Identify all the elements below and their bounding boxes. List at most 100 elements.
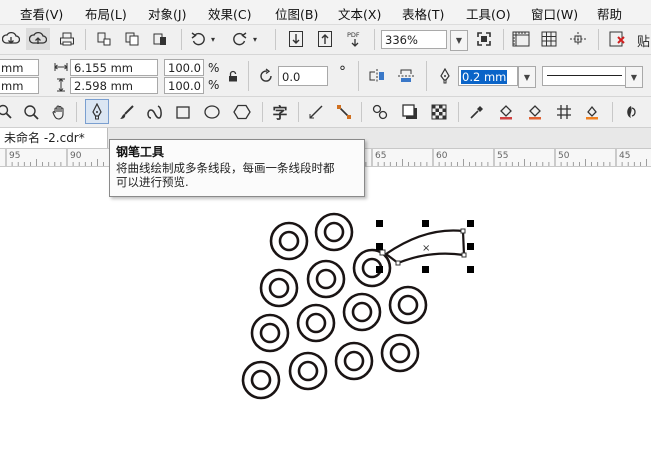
ring-outer-circle[interactable] [380, 333, 420, 373]
node-handle[interactable] [379, 249, 386, 256]
print-icon[interactable] [56, 28, 78, 50]
eyedropper-tool-icon[interactable] [466, 101, 488, 123]
line-style-dropdown[interactable]: ▼ [625, 66, 643, 88]
mesh-fill-tool-icon[interactable] [553, 101, 575, 123]
pan-hand-tool-icon[interactable] [48, 101, 70, 123]
ring-inner-circle[interactable] [250, 369, 272, 391]
ring-outer-circle[interactable] [259, 268, 299, 308]
transparency-tool-icon[interactable] [428, 101, 450, 123]
ring-inner-circle[interactable] [297, 360, 319, 382]
menu-item[interactable]: 文本(X) [338, 4, 381, 23]
ring-outer-circle[interactable] [250, 313, 290, 353]
outline-width-dropdown[interactable]: ▼ [518, 66, 536, 88]
redo-icon[interactable] [230, 28, 250, 50]
ring-outer-circle[interactable] [241, 360, 281, 400]
node-handle[interactable] [395, 260, 401, 266]
ring-inner-circle[interactable] [323, 221, 345, 243]
zoom-level-input[interactable]: 336% [381, 30, 447, 49]
menu-item[interactable]: 布局(L) [85, 4, 127, 23]
position-x-field[interactable]: mm [0, 59, 39, 76]
launch-icon[interactable] [606, 28, 628, 50]
selection-handle-left[interactable] [376, 243, 383, 250]
ring-inner-circle[interactable] [259, 322, 281, 344]
guidelines-icon[interactable] [566, 28, 590, 50]
connector-tool-icon[interactable] [333, 101, 355, 123]
menu-item[interactable]: 位图(B) [275, 4, 318, 23]
rotation-angle-field[interactable]: 0.0 [278, 66, 328, 86]
scale-x-field[interactable]: 100.0 [164, 59, 204, 76]
zoom-level-dropdown[interactable]: ▼ [450, 30, 468, 51]
zoom-to-page-icon[interactable] [473, 28, 495, 50]
ring-inner-circle[interactable] [397, 294, 419, 316]
lock-ratio-icon[interactable] [226, 69, 240, 83]
rulers-icon[interactable] [509, 28, 533, 50]
selection-handle-bottom-left[interactable] [376, 266, 383, 273]
export-icon[interactable] [314, 28, 336, 50]
ellipse-tool-icon[interactable] [201, 101, 223, 123]
ring-outer-circle[interactable] [288, 351, 328, 391]
selection-handle-bottom[interactable] [422, 266, 429, 273]
menu-item[interactable]: 工具(O) [466, 4, 511, 23]
ring-outer-circle[interactable] [388, 285, 428, 325]
menu-item[interactable]: 窗口(W) [531, 4, 578, 23]
ring-outer-circle[interactable] [334, 341, 374, 381]
ring-inner-circle[interactable] [315, 268, 337, 290]
cloud-upload-icon[interactable] [26, 28, 50, 50]
ring-inner-circle[interactable] [351, 301, 373, 323]
paste-label[interactable]: 贴 [637, 31, 650, 50]
document-tab[interactable]: 未命名 -2.cdr* [0, 128, 108, 148]
zoom-out-tool-icon[interactable] [20, 101, 42, 123]
ring-inner-circle[interactable] [268, 277, 290, 299]
line-style-selector[interactable] [542, 66, 626, 86]
menu-item[interactable]: 效果(C) [208, 4, 251, 23]
polygon-tool-icon[interactable] [231, 101, 253, 123]
ring-inner-circle[interactable] [343, 350, 365, 372]
node-handle[interactable] [461, 252, 467, 258]
ring-outer-circle[interactable] [306, 259, 346, 299]
copy-icon[interactable] [121, 28, 143, 50]
selection-handle-right[interactable] [467, 243, 474, 250]
parallel-dimension-tool-icon[interactable] [305, 101, 327, 123]
rectangle-tool-icon[interactable] [172, 101, 194, 123]
menu-item[interactable]: 对象(J) [148, 4, 186, 23]
paste-icon[interactable] [149, 28, 171, 50]
smart-fill-tool-icon[interactable] [144, 101, 166, 123]
object-height-field[interactable]: 2.598 mm [70, 77, 158, 94]
scale-y-field[interactable]: 100.0 [164, 77, 204, 94]
position-y-field[interactable]: mm [0, 77, 39, 94]
object-width-field[interactable]: 6.155 mm [70, 59, 158, 76]
ring-outer-circle[interactable] [342, 292, 382, 332]
mirror-vertical-icon[interactable] [395, 65, 417, 87]
drop-shadow-tool-icon[interactable] [399, 101, 421, 123]
import-icon[interactable] [285, 28, 307, 50]
menu-item[interactable]: 帮助 [597, 4, 622, 23]
outline-width-field[interactable]: 0.2 mm [458, 66, 518, 86]
pen-tool-icon[interactable] [85, 99, 109, 124]
zoom-tool-icon[interactable] [0, 101, 16, 123]
undo-icon[interactable] [188, 28, 208, 50]
node-handle[interactable] [460, 228, 466, 234]
selection-handle-top[interactable] [422, 220, 429, 227]
ring-outer-circle[interactable] [296, 303, 336, 343]
redo-dropdown-icon[interactable]: ▾ [250, 28, 260, 50]
undo-dropdown-icon[interactable]: ▾ [208, 28, 218, 50]
cut-icon[interactable] [93, 28, 115, 50]
ring-outer-circle[interactable] [314, 212, 354, 252]
ring-outer-circle[interactable] [269, 221, 309, 261]
outline-color-tool-icon[interactable] [581, 101, 603, 123]
pdf-export-icon[interactable]: PDF [344, 28, 366, 50]
blend-tool-icon[interactable] [369, 101, 391, 123]
artistic-brush-tool-icon[interactable] [116, 101, 138, 123]
menu-item[interactable]: 查看(V) [20, 4, 63, 23]
mirror-horizontal-icon[interactable] [366, 65, 388, 87]
lens-tool-icon[interactable] [620, 101, 642, 123]
smart-fill-bucket-icon[interactable] [524, 101, 546, 123]
interactive-fill-tool-icon[interactable] [495, 101, 517, 123]
menu-item[interactable]: 表格(T) [402, 4, 444, 23]
selection-handle-top-left[interactable] [376, 220, 383, 227]
ring-inner-circle[interactable] [278, 230, 300, 252]
cloud-download-icon[interactable] [0, 28, 22, 50]
grid-icon[interactable] [537, 28, 561, 50]
text-tool-icon[interactable]: 字 [269, 101, 291, 123]
selection-handle-top-right[interactable] [467, 220, 474, 227]
